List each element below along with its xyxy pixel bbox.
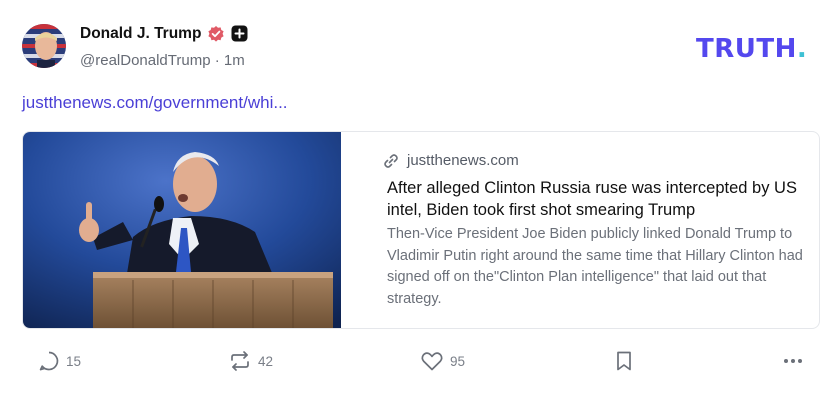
card-title[interactable]: After alleged Clinton Russia ruse was in…	[387, 177, 807, 221]
card-description: Then-Vice President Joe Biden publicly l…	[387, 226, 803, 307]
handle-line: @realDonaldTrump · 1m	[80, 52, 245, 69]
action-bar: 15 42 95	[0, 350, 840, 376]
like-button[interactable]: 95	[420, 350, 465, 372]
reply-button[interactable]: 15	[38, 350, 81, 372]
card-domain-text: justthenews.com	[407, 152, 519, 169]
retruth-button[interactable]: 42	[228, 350, 273, 372]
plus-icon	[231, 25, 249, 43]
retruth-icon	[228, 350, 252, 372]
more-options-button[interactable]	[782, 350, 804, 372]
avatar[interactable]	[22, 24, 66, 68]
verified-icon	[207, 25, 225, 43]
bookmark-icon	[614, 350, 634, 372]
retruth-count: 42	[258, 353, 274, 369]
author-handle[interactable]: @realDonaldTrump	[80, 52, 211, 69]
like-icon	[420, 350, 444, 372]
post-timestamp[interactable]: 1m	[224, 52, 245, 69]
link-preview-card[interactable]: justthenews.com After alleged Clinton Ru…	[22, 131, 820, 329]
logo-text: TRUTH	[696, 34, 797, 64]
card-domain: justthenews.com	[383, 152, 519, 169]
truth-logo[interactable]: TRUTH.	[696, 34, 807, 64]
link-icon	[383, 153, 399, 169]
author-name-row: Donald J. Trump	[80, 25, 249, 43]
post-link[interactable]: justthenews.com/government/whi...	[22, 93, 288, 113]
logo-dot: .	[796, 34, 808, 64]
reply-icon	[38, 350, 60, 372]
bookmark-button[interactable]	[614, 350, 634, 372]
card-image	[23, 132, 341, 328]
more-icon	[782, 350, 804, 372]
author-name[interactable]: Donald J. Trump	[80, 25, 201, 43]
like-count: 95	[450, 353, 466, 369]
separator: ·	[214, 52, 220, 69]
reply-count: 15	[66, 353, 82, 369]
